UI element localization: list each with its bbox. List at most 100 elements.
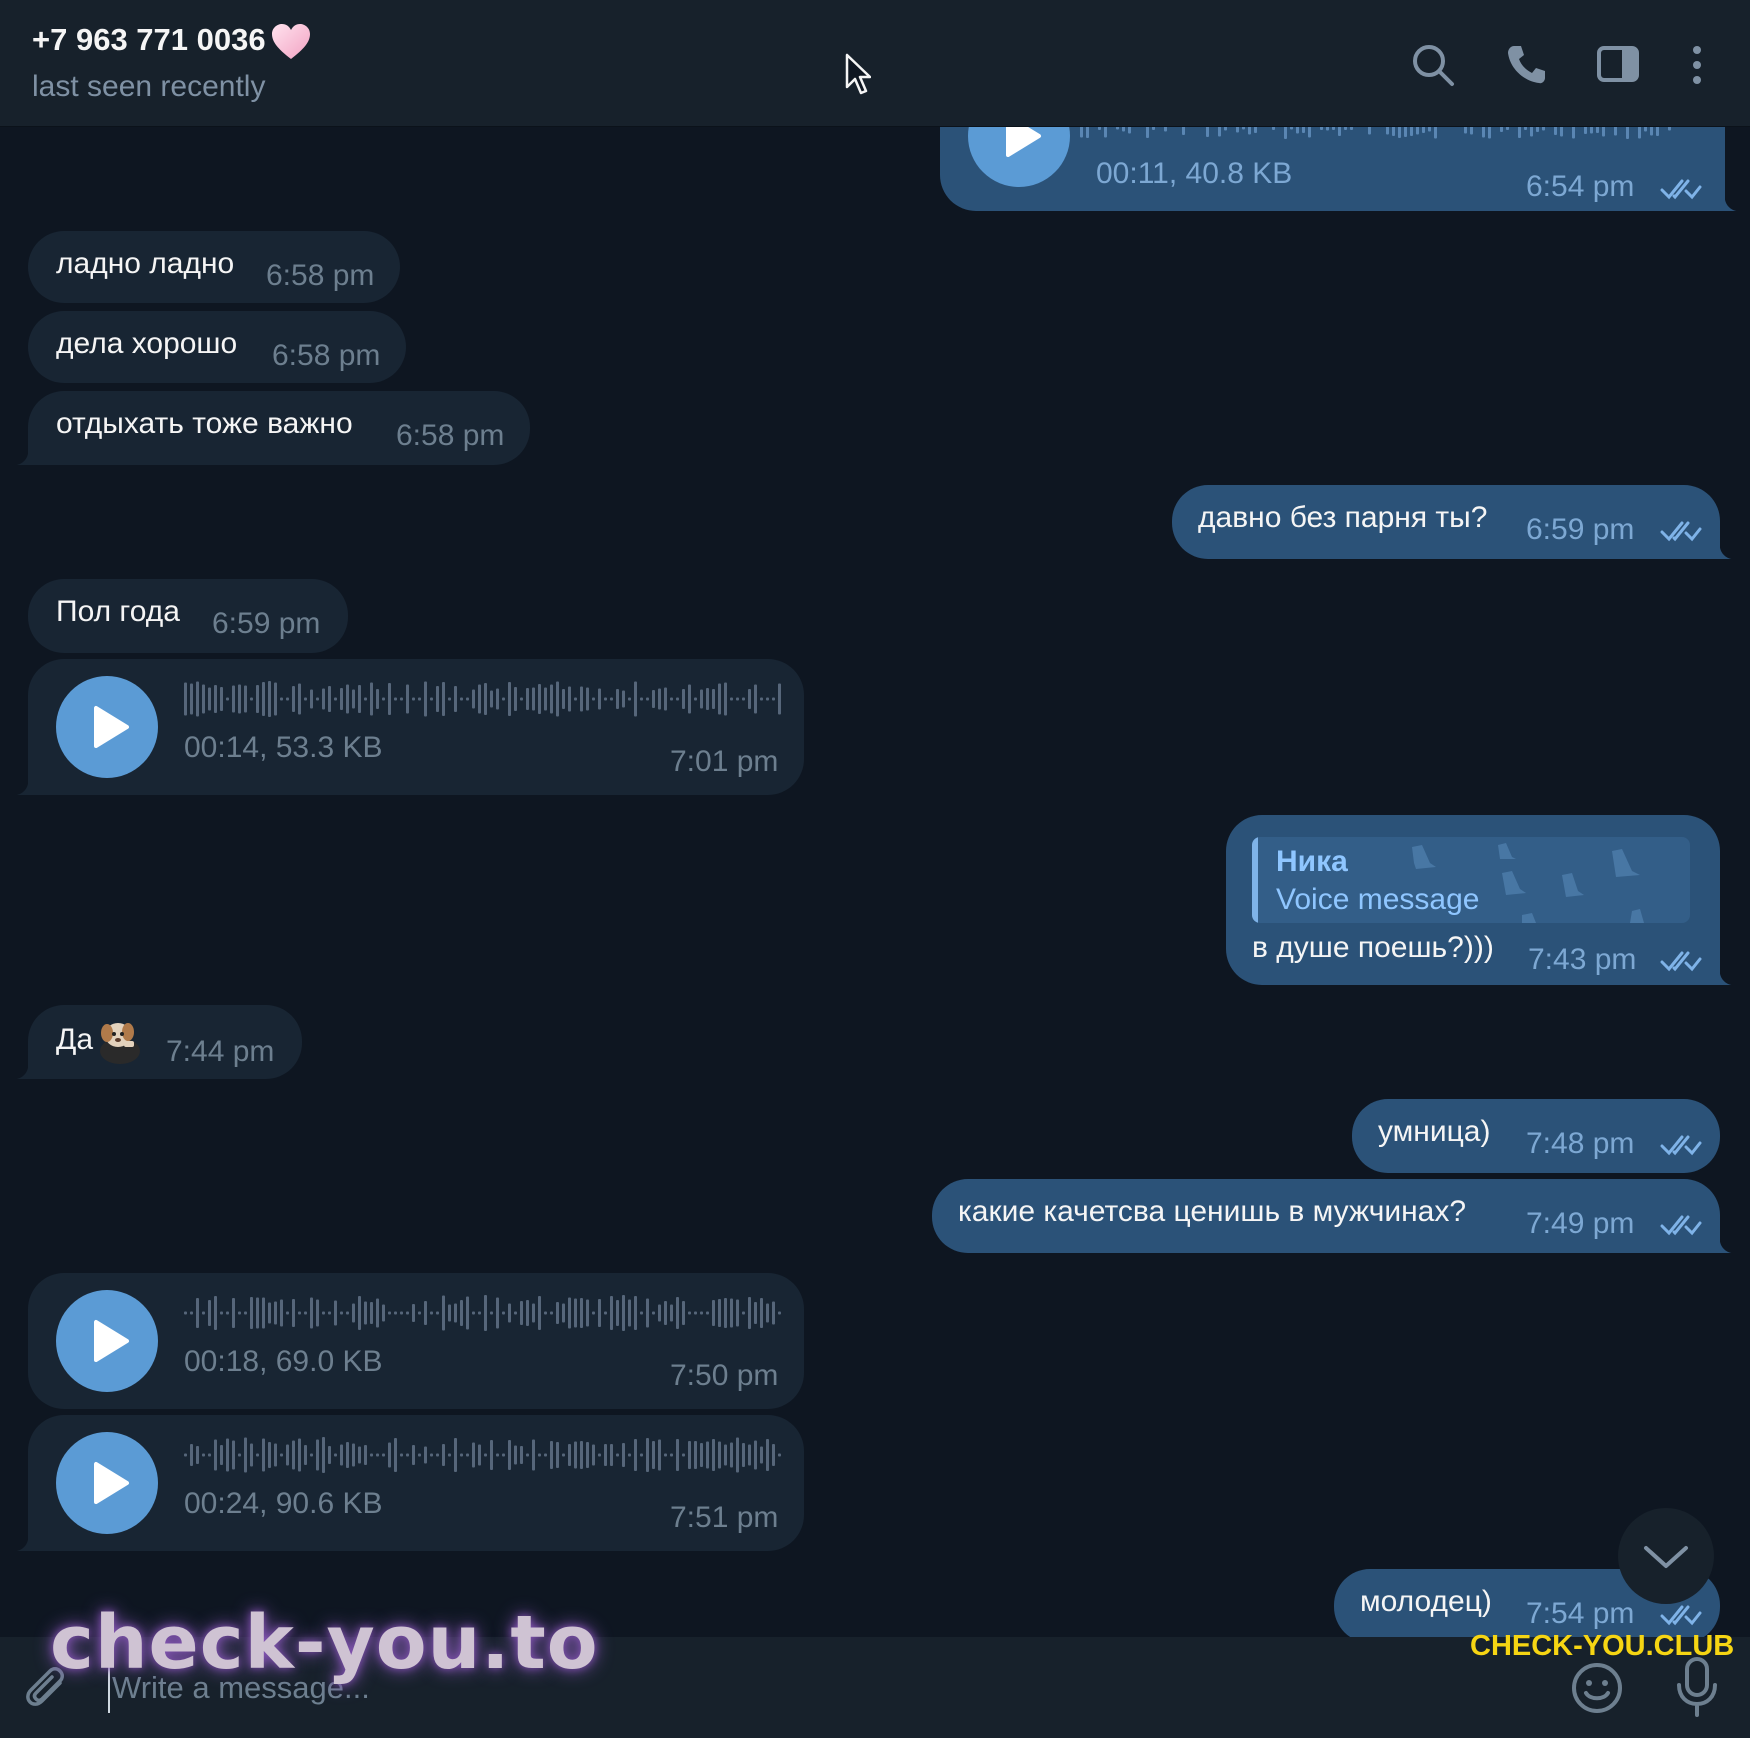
waveform-bar [244,685,247,713]
waveform-bar [544,1311,547,1315]
more-vertical-icon[interactable] [1672,40,1722,90]
sidebar-toggle-icon[interactable] [1594,40,1644,90]
waveform-bar [376,1298,379,1328]
waveform-bar [388,683,391,715]
waveform-bar [1344,127,1347,130]
message-outgoing[interactable]: какие качетсва ценишь в мужчинах? 7:49 p… [932,1179,1734,1253]
play-button[interactable] [56,1432,158,1534]
waveform-bar [1218,127,1221,137]
voice-waveform[interactable] [184,1293,784,1333]
waveform-bar [232,685,235,713]
reply-preview[interactable]: Ника Voice message [1252,837,1690,923]
waveform-bar [406,1453,409,1457]
waveform-bar [196,1446,199,1464]
waveform-bar [256,685,259,713]
waveform-bar [280,1299,283,1327]
waveform-bar [484,1453,487,1457]
waveform-bar [1500,127,1503,132]
voice-waveform[interactable] [184,679,784,719]
voice-waveform[interactable] [1080,127,1680,141]
play-button[interactable] [968,127,1070,187]
play-icon [1006,127,1041,157]
waveform-bar [1518,127,1521,138]
waveform-bar [1398,127,1401,138]
waveform-bar [268,1442,271,1468]
scroll-to-bottom-button[interactable] [1618,1508,1714,1604]
emoji-icon[interactable] [1570,1661,1624,1715]
play-icon [94,1320,129,1362]
message-reply-outgoing[interactable]: Ника Voice message в душе поешь?))) 7:43… [1226,815,1734,985]
waveform-bar [556,681,559,717]
message-voice-incoming[interactable]: 00:14, 53.3 KB 7:01 pm [14,659,804,795]
waveform-bar [508,1440,511,1470]
waveform-bar [1482,127,1485,138]
message-voice-outgoing[interactable]: 00:11, 40.8 KB 6:54 pm [940,127,1739,211]
message-voice-incoming[interactable]: 00:24, 90.6 KB 7:51 pm [14,1415,804,1551]
waveform-bar [286,697,289,701]
waveform-bar [1602,127,1605,137]
waveform-bar [520,1446,523,1464]
waveform-bar [682,1453,685,1457]
message-incoming[interactable]: Да 7:44 pm [14,1005,302,1079]
waveform-bar [610,1444,613,1466]
message-text: Пол года [56,595,180,628]
message-time: 6:58 pm [396,419,505,452]
phone-icon[interactable] [1502,40,1552,90]
message-incoming[interactable]: отдыхать тоже важно 6:58 pm [14,391,530,465]
waveform-bar [262,682,265,716]
message-voice-incoming[interactable]: 00:18, 69.0 KB 7:50 pm [28,1273,804,1409]
microphone-icon[interactable] [1672,1655,1722,1721]
play-button[interactable] [56,1290,158,1392]
chat-header: +7 963 771 0036 last seen recently [0,0,1750,127]
waveform-bar [742,697,745,701]
contact-status: last seen recently [32,70,266,103]
waveform-bar [622,1443,625,1467]
waveform-bar [334,697,337,701]
waveform-bar [664,1301,667,1325]
waveform-bar [604,1311,607,1315]
double-check-icon [1660,951,1702,972]
heels-pattern-icon [1412,843,1644,923]
waveform-bar [250,1297,253,1329]
message-list[interactable]: 00:11, 40.8 KB 6:54 pm ладно ладно 6:58 … [0,127,1750,1637]
waveform-bar [628,1453,631,1457]
play-button[interactable] [56,676,158,778]
waveform-bar [670,697,673,701]
message-incoming[interactable]: Пол года 6:59 pm [28,579,348,653]
waveform-bar [1668,127,1671,131]
contact-name[interactable]: +7 963 771 0036 [32,22,266,58]
waveform-bar [1248,127,1251,135]
waveform-bar [358,1296,361,1330]
waveform-bar [424,1301,427,1325]
waveform-bar [1224,127,1227,131]
message-incoming[interactable]: дела хорошо 6:58 pm [28,311,406,383]
waveform-bar [550,1311,553,1315]
waveform-bar [712,689,715,709]
waveform-bar [274,1443,277,1467]
waveform-bar [298,1311,301,1315]
message-incoming[interactable]: ладно ладно 6:58 pm [28,231,400,303]
waveform-bar [412,1304,415,1322]
message-text: какие качетсва ценишь в мужчинах? [958,1195,1467,1228]
waveform-bar [1368,127,1371,135]
waveform-bar [400,1311,403,1315]
waveform-bar [616,689,619,709]
waveform-bar [454,1438,457,1472]
waveform-bar [1590,127,1593,134]
waveform-bar [364,1445,367,1465]
voice-waveform[interactable] [184,1435,784,1475]
waveform-bar [736,1437,739,1473]
waveform-bar [526,1453,529,1457]
waveform-bar [1308,127,1311,138]
waveform-bar [1416,127,1419,135]
message-text: в душе поешь?))) [1252,931,1494,964]
message-outgoing[interactable]: умница) 7:48 pm [1352,1099,1720,1173]
message-outgoing[interactable]: давно без парня ты? 6:59 pm [1172,485,1734,559]
waveform-bar [568,1444,571,1466]
waveform-bar [1656,127,1659,136]
waveform-bar [340,1311,343,1315]
message-time: 7:51 pm [670,1501,779,1534]
waveform-bar [400,1453,403,1457]
search-icon[interactable] [1408,40,1458,90]
waveform-bar [316,1299,319,1327]
